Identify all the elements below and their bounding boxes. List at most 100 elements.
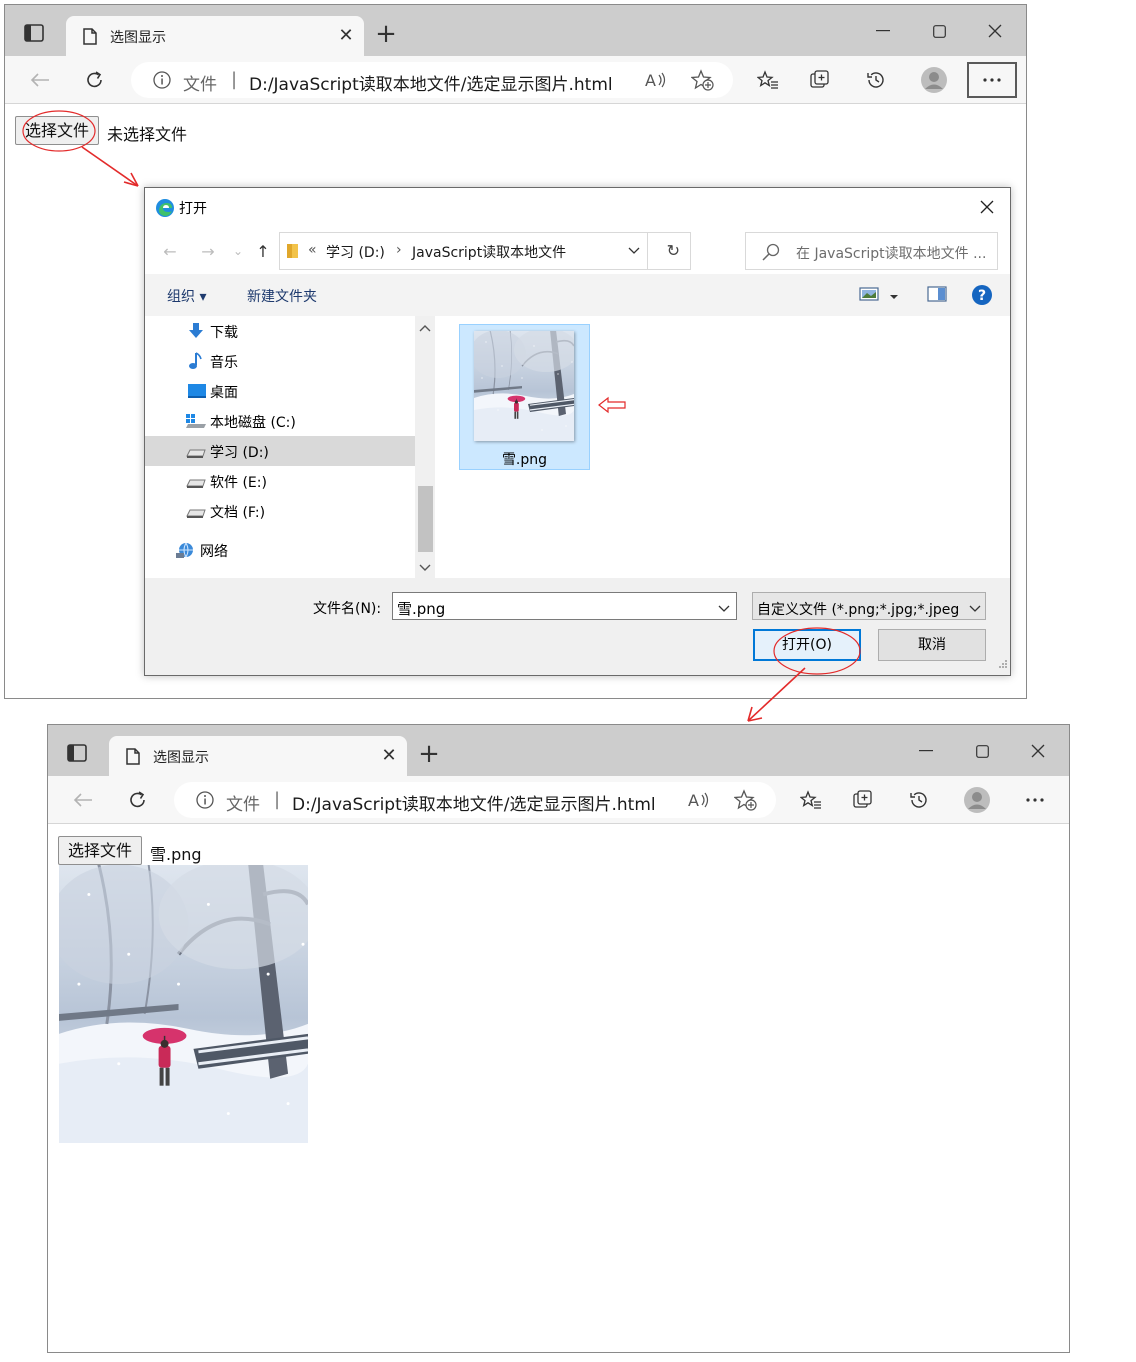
- history-icon[interactable]: [861, 66, 891, 94]
- file-type-select[interactable]: 自定义文件 (*.png;*.jpg;*.jpeg: [752, 592, 986, 620]
- music-icon: [187, 352, 205, 374]
- profile-avatar[interactable]: [919, 66, 949, 94]
- dialog-command-bar: 组织 ▾ 新建文件夹 ?: [145, 274, 1010, 316]
- drive-icon: [185, 472, 207, 494]
- close-window-icon[interactable]: [980, 19, 1010, 43]
- back-icon[interactable]: [68, 786, 98, 814]
- new-tab-icon[interactable]: +: [416, 741, 442, 767]
- browser-window-bottom: 选图显示 ✕ + 文件 | D:/JavaScript读取本地文件/选定显示图片…: [47, 724, 1070, 1353]
- file-status: 雪.png: [150, 845, 202, 864]
- info-icon[interactable]: [153, 71, 171, 93]
- new-folder-button[interactable]: 新建文件夹: [247, 286, 317, 306]
- minimize-icon[interactable]: [868, 19, 898, 43]
- choose-file-button[interactable]: 选择文件: [58, 836, 143, 865]
- svg-text:A: A: [645, 71, 656, 90]
- breadcrumb[interactable]: « 学习 (D:) › JavaScript读取本地文件 ↻: [279, 232, 691, 270]
- scroll-up-icon[interactable]: [419, 320, 431, 336]
- read-aloud-icon[interactable]: A: [645, 70, 667, 94]
- open-button[interactable]: 打开(O): [753, 629, 861, 661]
- close-window-icon[interactable]: [1023, 739, 1053, 763]
- edge-logo-icon: [155, 198, 175, 222]
- filename-input[interactable]: 雪.png: [392, 592, 737, 620]
- address-url[interactable]: D:/JavaScript读取本地文件/选定显示图片.html: [292, 790, 656, 815]
- nav-forward-icon[interactable]: →: [197, 240, 219, 262]
- search-icon: [762, 243, 780, 265]
- more-menu-icon[interactable]: [967, 62, 1017, 98]
- address-bar[interactable]: 文件 | D:/JavaScript读取本地文件/选定显示图片.html A: [174, 782, 776, 818]
- favorites-icon[interactable]: [753, 66, 783, 94]
- preview-pane-icon[interactable]: [927, 286, 947, 306]
- dialog-nav-row: ← → ⌄ ↑ « 学习 (D:) › JavaScript读取本地文件 ↻ 在…: [145, 230, 1010, 272]
- add-favorite-icon[interactable]: [733, 789, 758, 815]
- help-icon[interactable]: ?: [971, 284, 993, 310]
- nav-item-music[interactable]: 音乐: [145, 346, 415, 376]
- minimize-icon[interactable]: [911, 739, 941, 763]
- back-icon[interactable]: [25, 66, 55, 94]
- collections-icon[interactable]: [806, 66, 836, 94]
- view-dropdown-icon[interactable]: [889, 288, 899, 304]
- drive-icon: [185, 502, 207, 524]
- address-bar[interactable]: 文件 | D:/JavaScript读取本地文件/选定显示图片.html A: [131, 62, 733, 98]
- breadcrumb-folder[interactable]: JavaScript读取本地文件: [412, 242, 566, 262]
- browser-tab[interactable]: 选图显示 ✕: [109, 736, 407, 776]
- scroll-down-icon[interactable]: [419, 560, 431, 576]
- address-url[interactable]: D:/JavaScript读取本地文件/选定显示图片.html: [249, 70, 613, 95]
- search-placeholder: 在 JavaScript读取本地文件 ...: [796, 246, 987, 262]
- breadcrumb-drive[interactable]: 学习 (D:): [326, 242, 385, 262]
- nav-back-icon[interactable]: ←: [159, 240, 181, 262]
- address-separator: |: [231, 69, 238, 90]
- nav-item-desktop[interactable]: 桌面: [145, 376, 415, 406]
- new-tab-icon[interactable]: +: [373, 21, 399, 47]
- breadcrumb-dropdown-icon[interactable]: [628, 243, 640, 259]
- nav-item-drive-e[interactable]: 软件 (E:): [145, 466, 415, 496]
- tab-actions-icon[interactable]: [66, 743, 88, 763]
- nav-item-drive-d[interactable]: 学习 (D:): [145, 436, 415, 466]
- folder-icon: [286, 242, 300, 264]
- add-favorite-icon[interactable]: [690, 69, 715, 95]
- dialog-refresh-icon[interactable]: ↻: [667, 241, 680, 260]
- close-tab-icon[interactable]: ✕: [379, 746, 399, 766]
- favorites-icon[interactable]: [796, 786, 826, 814]
- svg-text:?: ?: [978, 288, 986, 304]
- view-mode-icon[interactable]: [859, 286, 879, 306]
- nav-item-drive-f[interactable]: 文档 (F:): [145, 496, 415, 526]
- nav-item-label: 本地磁盘 (C:): [210, 415, 296, 431]
- choose-file-button[interactable]: 选择文件: [15, 116, 100, 145]
- nav-item-network[interactable]: 网络: [145, 535, 415, 565]
- dialog-search-input[interactable]: 在 JavaScript读取本地文件 ...: [745, 232, 998, 270]
- nav-item-drive-c[interactable]: 本地磁盘 (C:): [145, 406, 415, 436]
- breadcrumb-overflow[interactable]: «: [308, 242, 317, 258]
- nav-scrollbar[interactable]: [415, 316, 435, 578]
- refresh-icon[interactable]: [123, 786, 153, 814]
- cancel-button[interactable]: 取消: [878, 629, 986, 661]
- refresh-icon[interactable]: [80, 66, 110, 94]
- dialog-title: 打开: [179, 201, 207, 217]
- file-type-value: 自定义文件 (*.png;*.jpg;*.jpeg: [757, 602, 960, 618]
- collections-icon[interactable]: [849, 786, 879, 814]
- selected-image-preview: [59, 865, 308, 1143]
- address-scheme: 文件: [226, 795, 260, 815]
- history-icon[interactable]: [904, 786, 934, 814]
- recent-locations-icon[interactable]: ⌄: [227, 240, 249, 262]
- navigation-pane: 下载 音乐 桌面 本地磁盘 (C:) 学习 (D:) 软件 (E:) 文档 (F…: [145, 316, 415, 578]
- close-dialog-icon[interactable]: [976, 196, 998, 218]
- tab-title: 选图显示: [153, 750, 209, 766]
- info-icon[interactable]: [196, 791, 214, 813]
- nav-up-icon[interactable]: ↑: [252, 240, 274, 262]
- browser-toolbar: 文件 | D:/JavaScript读取本地文件/选定显示图片.html A: [5, 56, 1026, 104]
- file-type-dropdown-icon[interactable]: [969, 601, 981, 617]
- tab-actions-icon[interactable]: [23, 23, 45, 43]
- resize-grip-icon[interactable]: [998, 657, 1008, 673]
- scroll-thumb[interactable]: [418, 486, 433, 552]
- browser-tab[interactable]: 选图显示 ✕: [66, 16, 364, 56]
- maximize-icon[interactable]: [924, 19, 954, 43]
- organize-menu[interactable]: 组织 ▾: [167, 286, 206, 306]
- file-item-snow[interactable]: 雪.png: [459, 324, 590, 470]
- nav-item-downloads[interactable]: 下载: [145, 316, 415, 346]
- maximize-icon[interactable]: [967, 739, 997, 763]
- profile-avatar[interactable]: [962, 786, 992, 814]
- filename-dropdown-icon[interactable]: [718, 601, 730, 617]
- close-tab-icon[interactable]: ✕: [336, 26, 356, 46]
- read-aloud-icon[interactable]: A: [688, 790, 710, 814]
- more-menu-icon[interactable]: [1010, 782, 1060, 818]
